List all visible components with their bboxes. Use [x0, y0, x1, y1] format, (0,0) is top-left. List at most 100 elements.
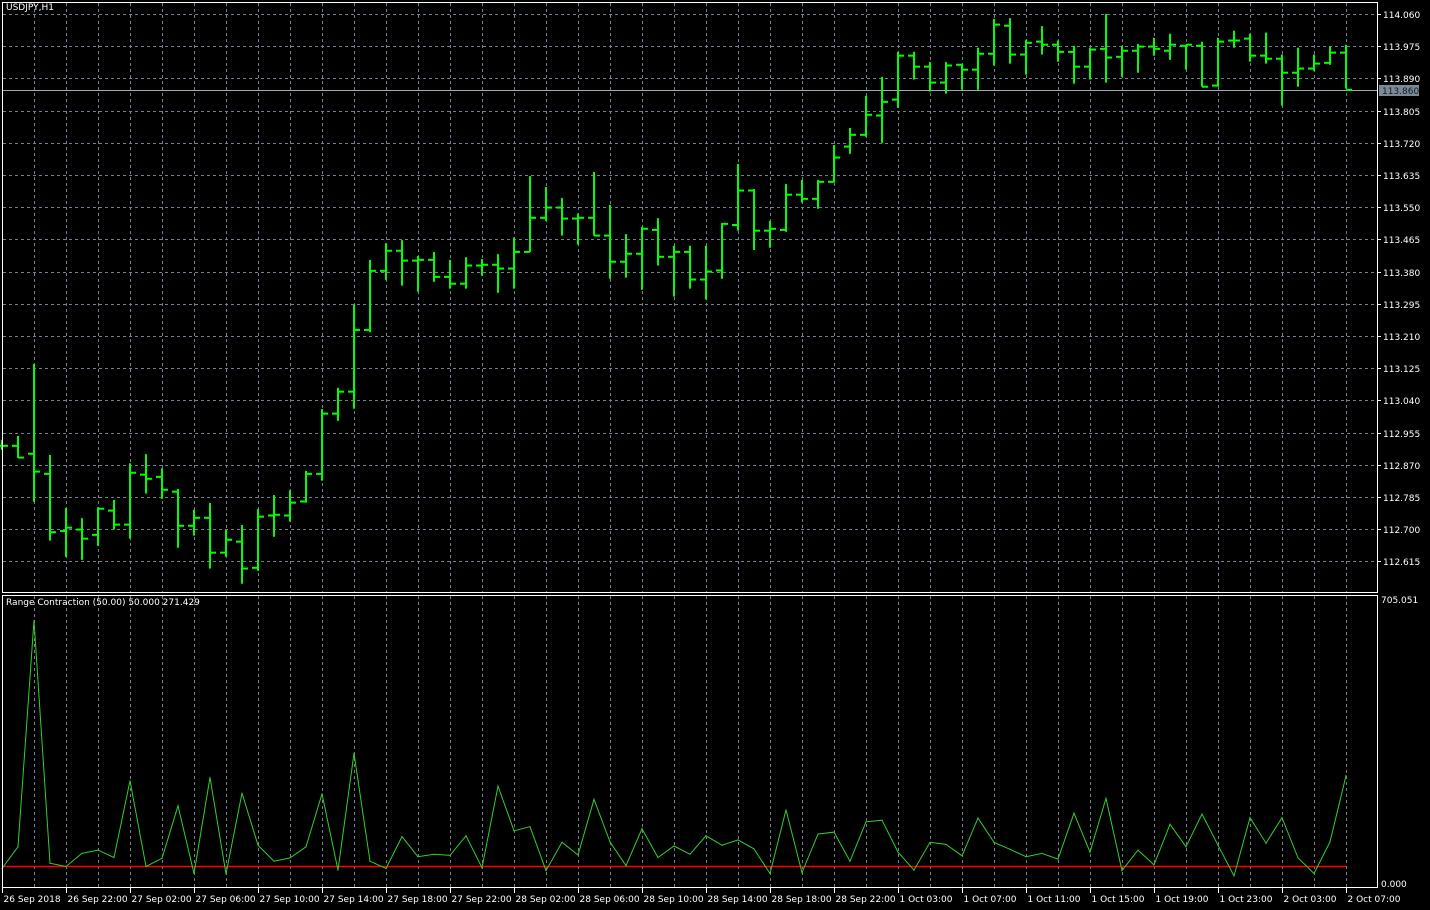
ohlc-bar	[508, 237, 520, 289]
indicator-point	[1105, 797, 1107, 800]
indicator-point	[209, 776, 211, 779]
indicator-point	[673, 845, 675, 847]
chart-grid	[3, 3, 1377, 887]
time-label: 27 Sep 22:00	[452, 895, 512, 905]
ohlc-bar	[972, 47, 984, 90]
indicator-point	[785, 809, 787, 811]
ohlc-bar	[236, 525, 248, 584]
ohlc-bar	[1180, 43, 1192, 70]
ohlc-bar	[188, 509, 200, 536]
time-label: 28 Sep 18:00	[772, 895, 832, 905]
indicator-point	[1249, 817, 1251, 819]
ohlc-bar	[1004, 18, 1016, 64]
time-label: 28 Sep 02:00	[516, 895, 576, 905]
indicator-point	[1281, 817, 1283, 819]
ohlc-bar	[540, 187, 552, 221]
indicator-point	[417, 856, 419, 858]
indicator-point	[705, 835, 707, 837]
chart-axes: 114.060 113.975 113.890 113.805 113.720 113.6…	[2, 11, 1420, 905]
time-label: 28 Sep 10:00	[644, 895, 704, 905]
ohlc-bar	[476, 259, 488, 276]
indicator-point	[1265, 842, 1267, 844]
indicator-point	[1297, 857, 1299, 859]
indicator-point	[897, 851, 899, 853]
indicator-point	[609, 841, 611, 843]
price-label: 112.700	[1383, 526, 1420, 536]
indicator-point	[305, 846, 307, 848]
indicator-point	[865, 821, 867, 823]
ohlc-bar	[1100, 14, 1112, 83]
price-label: 113.635	[1383, 172, 1420, 182]
indicator-point	[1057, 858, 1059, 860]
indicator-point	[801, 872, 803, 874]
ohlc-bar	[716, 222, 728, 279]
price-label: 113.805	[1383, 108, 1420, 118]
indicator-point	[1217, 844, 1219, 846]
time-label: 1 Oct 03:00	[900, 895, 953, 905]
ohlc-bar	[668, 245, 680, 297]
indicator-point	[49, 862, 51, 864]
ohlc-bar	[92, 507, 104, 546]
price-label: 113.295	[1383, 301, 1420, 311]
time-label: 2 Oct 07:00	[1348, 895, 1401, 905]
ohlc-bar	[156, 468, 168, 499]
indicator-point	[1329, 841, 1331, 843]
indicator-point	[1121, 870, 1123, 872]
ohlc-bar	[892, 51, 904, 108]
indicator-pane-border	[2, 595, 1378, 888]
ohlc-bar	[1276, 54, 1288, 106]
indicator-point	[193, 872, 195, 875]
indicator-point	[449, 854, 451, 857]
price-label: 113.210	[1383, 333, 1420, 343]
indicator-point	[977, 817, 979, 819]
indicator-point	[337, 869, 339, 871]
indicator-point	[1345, 775, 1347, 777]
ohlc-bar	[940, 62, 952, 94]
indicator-point	[17, 846, 19, 848]
ohlc-bar	[316, 409, 328, 481]
indicator-point	[945, 843, 947, 845]
ohlc-bar	[844, 128, 856, 154]
indicator-point	[145, 865, 147, 868]
ohlc-bar	[396, 240, 408, 286]
ohlc-bar	[1340, 44, 1352, 91]
time-label: 1 Oct 15:00	[1092, 895, 1145, 905]
indicator-point	[625, 865, 627, 867]
ohlc-bar	[76, 518, 88, 560]
indicator-point	[961, 855, 963, 857]
indicator-point	[929, 841, 931, 843]
indicator-point	[257, 844, 259, 846]
ohlc-bar	[348, 304, 360, 409]
indicator-point	[113, 856, 115, 859]
ohlc-bar	[1308, 54, 1320, 71]
indicator-point	[161, 857, 163, 859]
time-label: 27 Sep 14:00	[324, 895, 384, 905]
indicator-point	[385, 867, 387, 870]
indicator-point	[225, 873, 227, 875]
price-label: 113.465	[1383, 236, 1420, 246]
time-label: 27 Sep 02:00	[132, 895, 192, 905]
price-label: 113.890	[1383, 75, 1420, 85]
chart-canvas[interactable]: 114.060 113.975 113.890 113.805 113.720 113.6…	[0, 0, 1430, 910]
ohlc-bar	[284, 490, 296, 522]
ohlc-bar	[748, 189, 760, 250]
indicator-title: Range Contraction (50.00) 50.000 271.429	[6, 598, 200, 608]
indicator-point	[177, 805, 179, 807]
ohlc-bar	[1292, 47, 1304, 87]
indicator-point	[1313, 872, 1315, 875]
ohlc-bar	[732, 164, 744, 231]
ohlc-bar	[1052, 40, 1064, 62]
time-label: 26 Sep 2018	[4, 895, 61, 905]
indicator-point	[769, 872, 771, 875]
ohlc-bar	[380, 243, 392, 280]
ohlc-bar	[572, 213, 584, 245]
indicator-point	[545, 870, 547, 872]
indicator-point	[657, 856, 659, 859]
indicator-point	[1073, 812, 1075, 814]
indicator-point	[881, 819, 883, 821]
ohlc-bar	[588, 171, 600, 237]
ohlc-bar	[0, 440, 8, 450]
time-label: 2 Oct 03:00	[1284, 895, 1337, 905]
indicator-point	[401, 835, 403, 838]
time-label: 28 Sep 22:00	[836, 895, 896, 905]
